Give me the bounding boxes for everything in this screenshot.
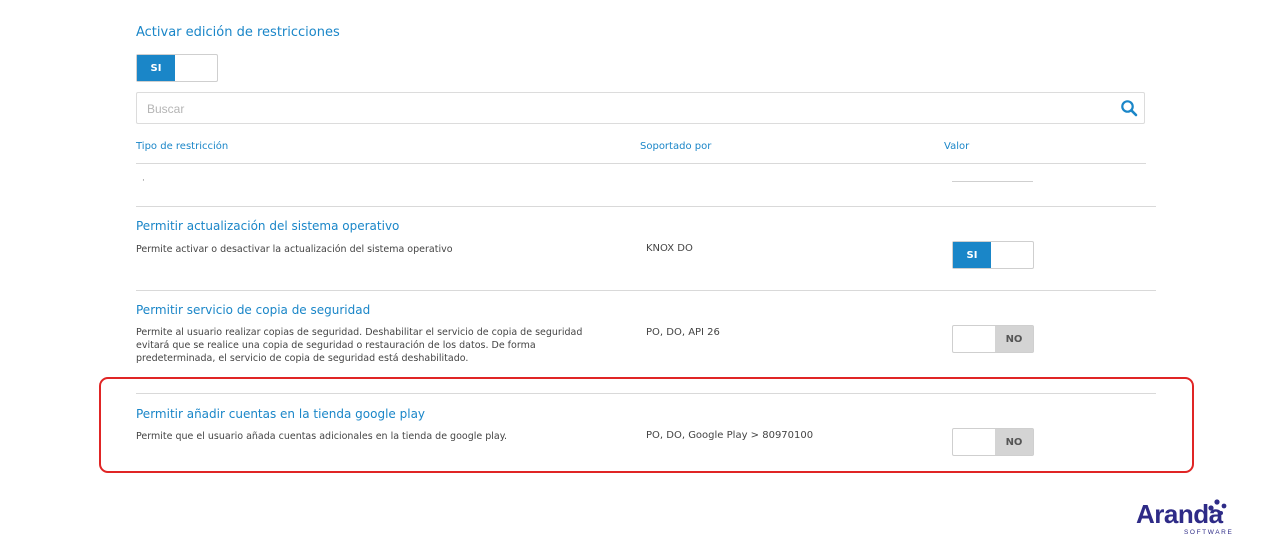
row-divider [136, 206, 1156, 207]
column-header-type: Tipo de restricción [136, 141, 229, 152]
row-description-os-update: Permite activar o desactivar la actualiz… [136, 244, 453, 255]
toggle-label: NO [995, 326, 1033, 352]
row-divider [136, 290, 1156, 291]
row-supported-backup: PO, DO, API 26 [646, 327, 720, 338]
page-title: Activar edición de restricciones [136, 25, 340, 40]
row-description-backup: Permite al usuario realizar copias de se… [136, 327, 583, 364]
toggle-label: SI [137, 55, 175, 81]
logo-mark-icon [1208, 499, 1227, 515]
backup-toggle[interactable]: NO [952, 325, 1034, 353]
search-input[interactable] [137, 93, 1109, 125]
header-divider [136, 163, 1146, 164]
logo-tagline: SOFTWARE [1184, 529, 1234, 536]
row-title-os-update: Permitir actualización del sistema opera… [136, 219, 400, 233]
truncated-value-line [952, 181, 1033, 182]
truncated-row-marker: · [142, 176, 145, 186]
os-update-toggle[interactable]: SI [952, 241, 1034, 269]
aranda-logo: Aranda SOFTWARE [1136, 499, 1234, 541]
column-header-value: Valor [944, 141, 970, 152]
column-header-supported: Soportado por [640, 141, 712, 152]
search-icon[interactable] [1120, 99, 1138, 117]
toggle-label: SI [953, 242, 991, 268]
search-box [136, 92, 1145, 125]
edit-restrictions-toggle[interactable]: SI [136, 54, 218, 82]
highlight-box [99, 377, 1194, 473]
row-title-backup: Permitir servicio de copia de seguridad [136, 303, 371, 317]
row-supported-os-update: KNOX DO [646, 243, 693, 254]
